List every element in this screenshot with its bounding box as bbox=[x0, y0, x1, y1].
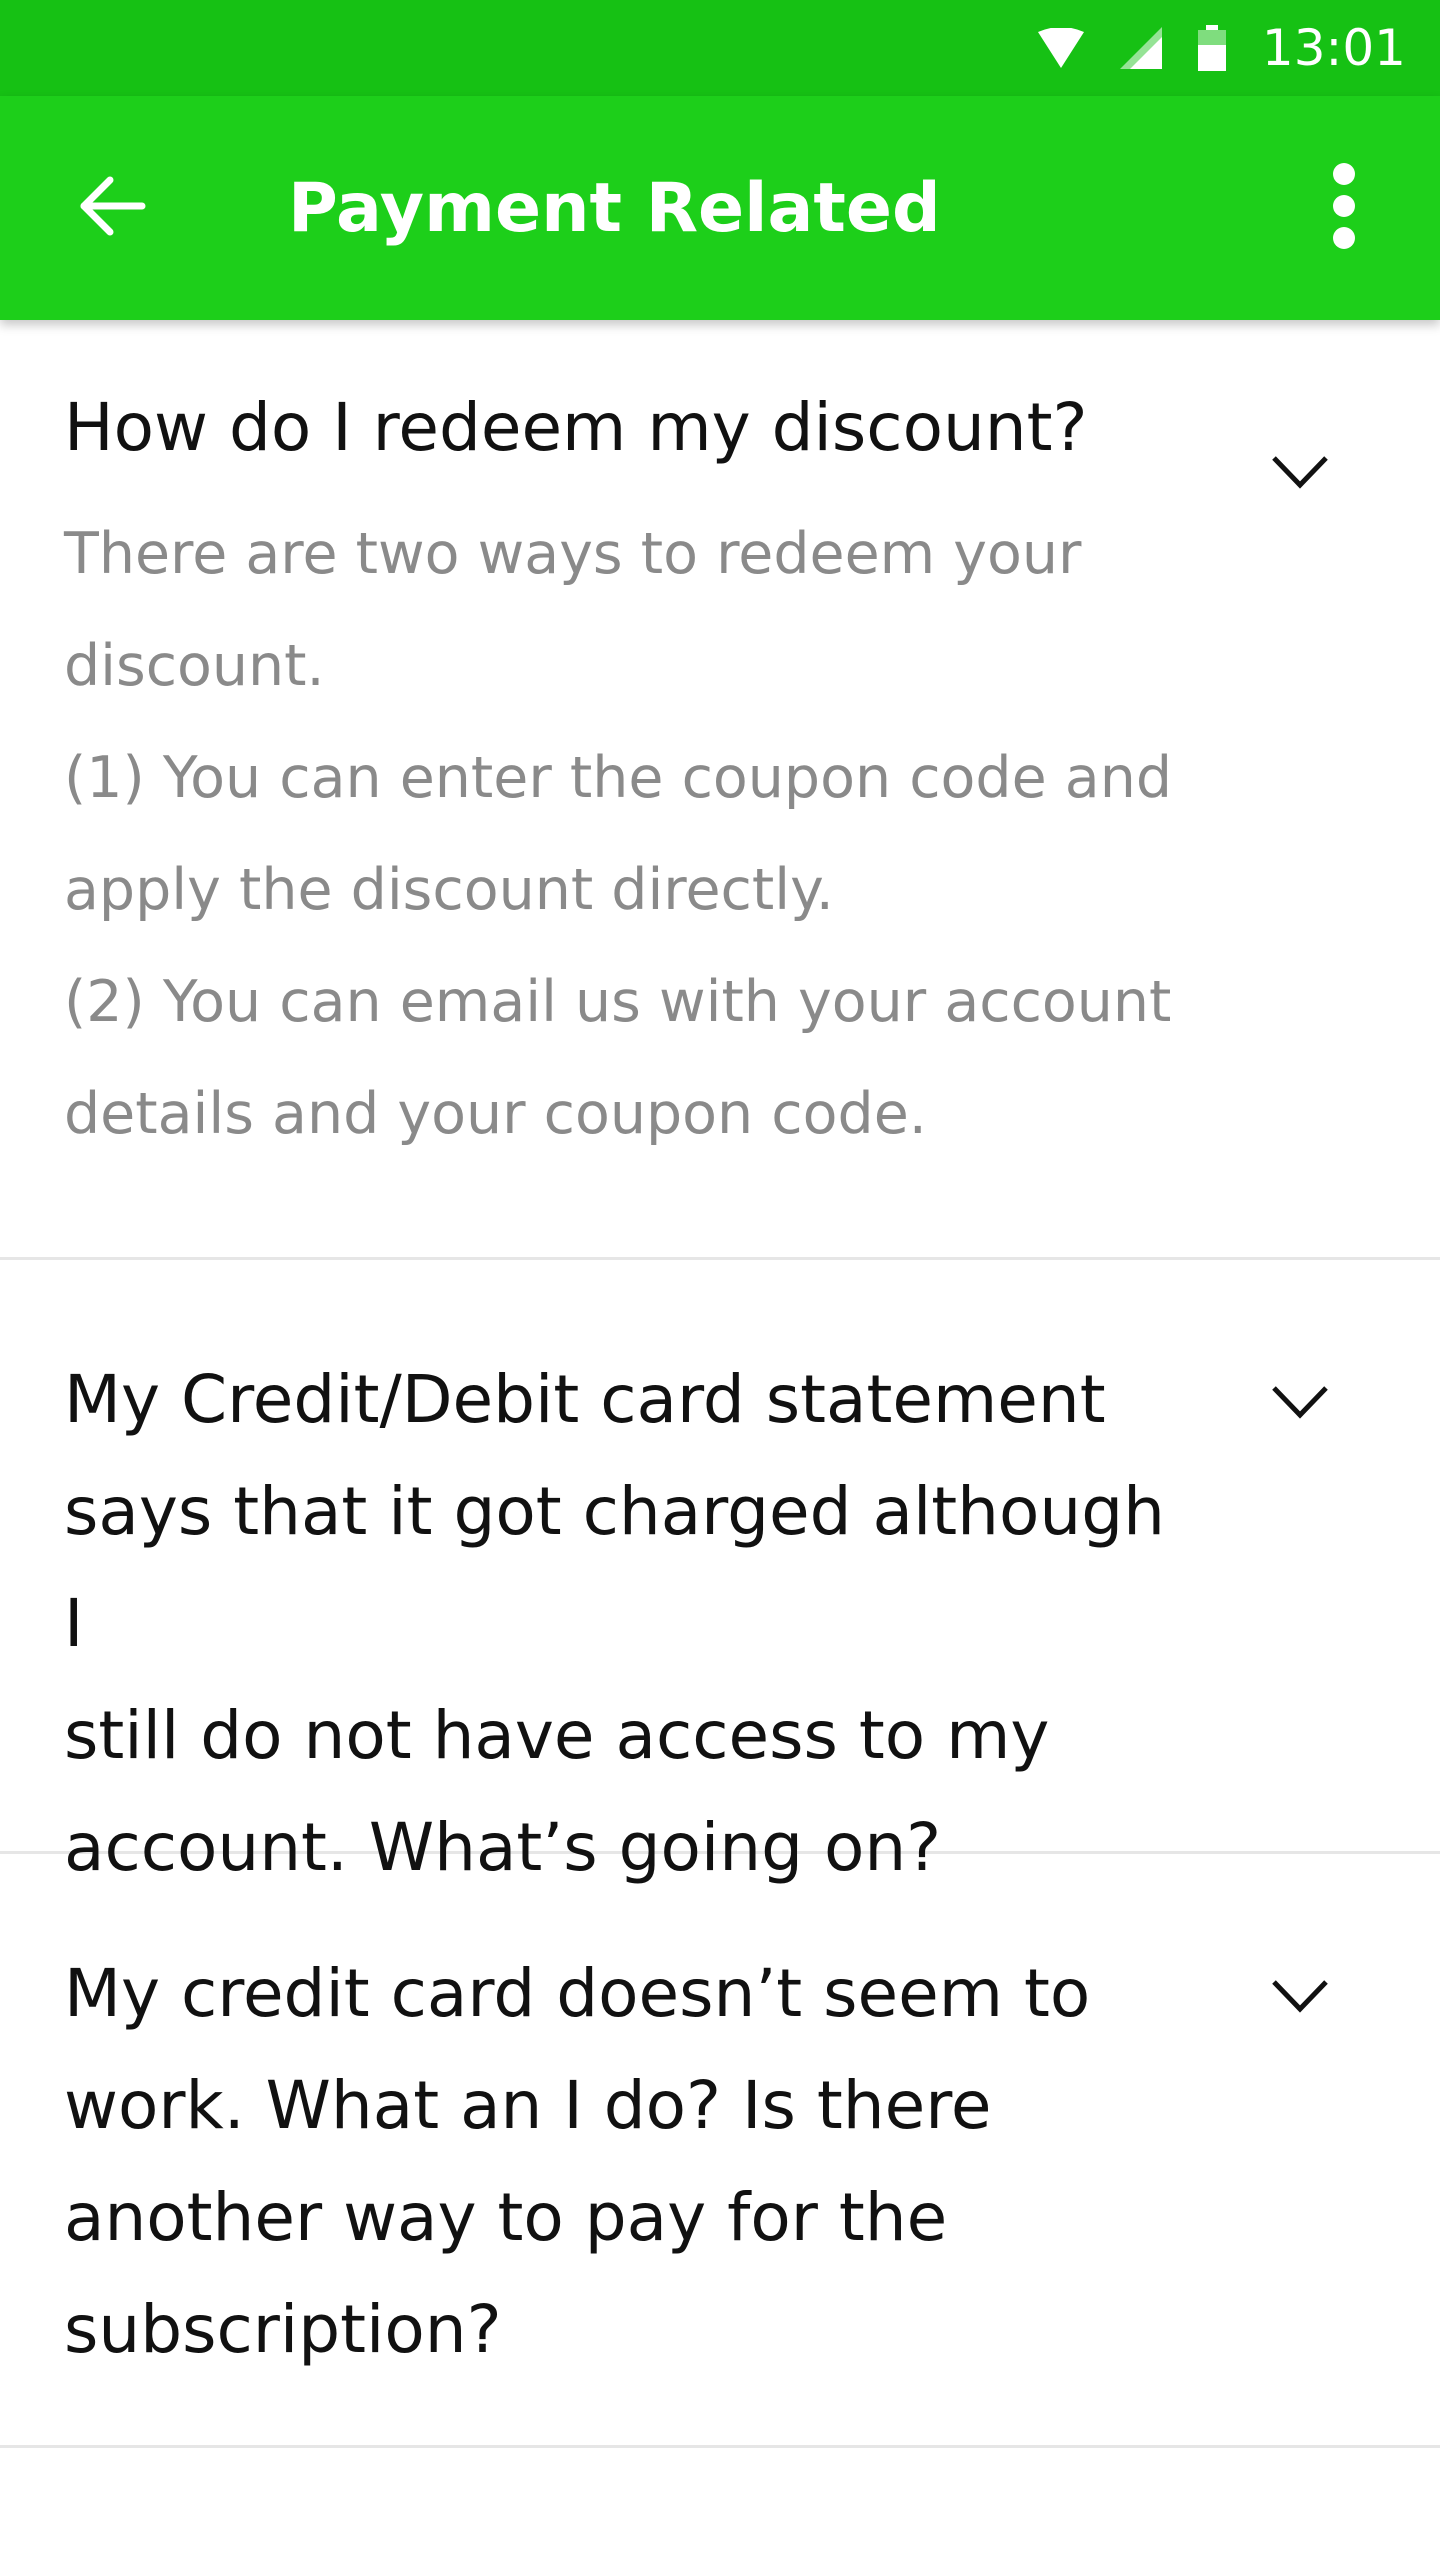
question-line: still do not have access to my bbox=[64, 1697, 1050, 1774]
more-vert-icon bbox=[1332, 162, 1356, 254]
faq-item[interactable]: My credit card doesn’t seem to work. Wha… bbox=[0, 1854, 1440, 2448]
status-icons: 13:01 bbox=[1037, 0, 1406, 96]
chevron-down-icon[interactable] bbox=[1260, 1966, 1340, 2026]
question-line: subscription? bbox=[64, 2291, 502, 2368]
answer-line: (2) You can email us with your account bbox=[64, 969, 1172, 1035]
cell-signal-icon bbox=[1119, 27, 1162, 69]
answer-line: apply the discount directly. bbox=[64, 857, 834, 923]
wifi-icon bbox=[1037, 28, 1084, 68]
question-line: My Credit/Debit card statement bbox=[64, 1361, 1106, 1438]
question-line: My credit card doesn’t seem to bbox=[64, 1955, 1091, 2032]
faq-question: My credit card doesn’t seem to work. Wha… bbox=[64, 1938, 1204, 2386]
answer-line: details and your coupon code. bbox=[64, 1081, 927, 1147]
faq-answer: There are two ways to redeem your discou… bbox=[64, 498, 1224, 1170]
question-line: says that it got charged although I bbox=[64, 1473, 1165, 1662]
arrow-left-icon bbox=[78, 174, 146, 242]
page-title: Payment Related bbox=[288, 168, 941, 248]
battery-icon bbox=[1197, 25, 1226, 71]
faq-list: How do I redeem my discount? There are t… bbox=[0, 320, 1440, 2448]
back-button[interactable] bbox=[56, 152, 168, 264]
status-time: 13:01 bbox=[1261, 19, 1406, 77]
app-bar: Payment Related bbox=[0, 96, 1440, 320]
faq-question: My Credit/Debit card statement says that… bbox=[64, 1344, 1204, 1904]
answer-line: (1) You can enter the coupon code and bbox=[64, 745, 1173, 811]
faq-question: How do I redeem my discount? bbox=[64, 389, 1088, 466]
faq-item[interactable]: How do I redeem my discount? There are t… bbox=[0, 320, 1440, 1260]
more-options-button[interactable] bbox=[1288, 152, 1400, 264]
faq-item[interactable]: My Credit/Debit card statement says that… bbox=[0, 1260, 1440, 1886]
chevron-down-icon[interactable] bbox=[1260, 1372, 1340, 1432]
question-line: work. What an I do? Is there bbox=[64, 2067, 992, 2144]
answer-line: discount. bbox=[64, 633, 325, 699]
question-line: another way to pay for the bbox=[64, 2179, 948, 2256]
chevron-down-icon[interactable] bbox=[1260, 442, 1340, 502]
answer-line: There are two ways to redeem your bbox=[64, 521, 1082, 587]
status-bar: 13:01 bbox=[0, 0, 1440, 96]
